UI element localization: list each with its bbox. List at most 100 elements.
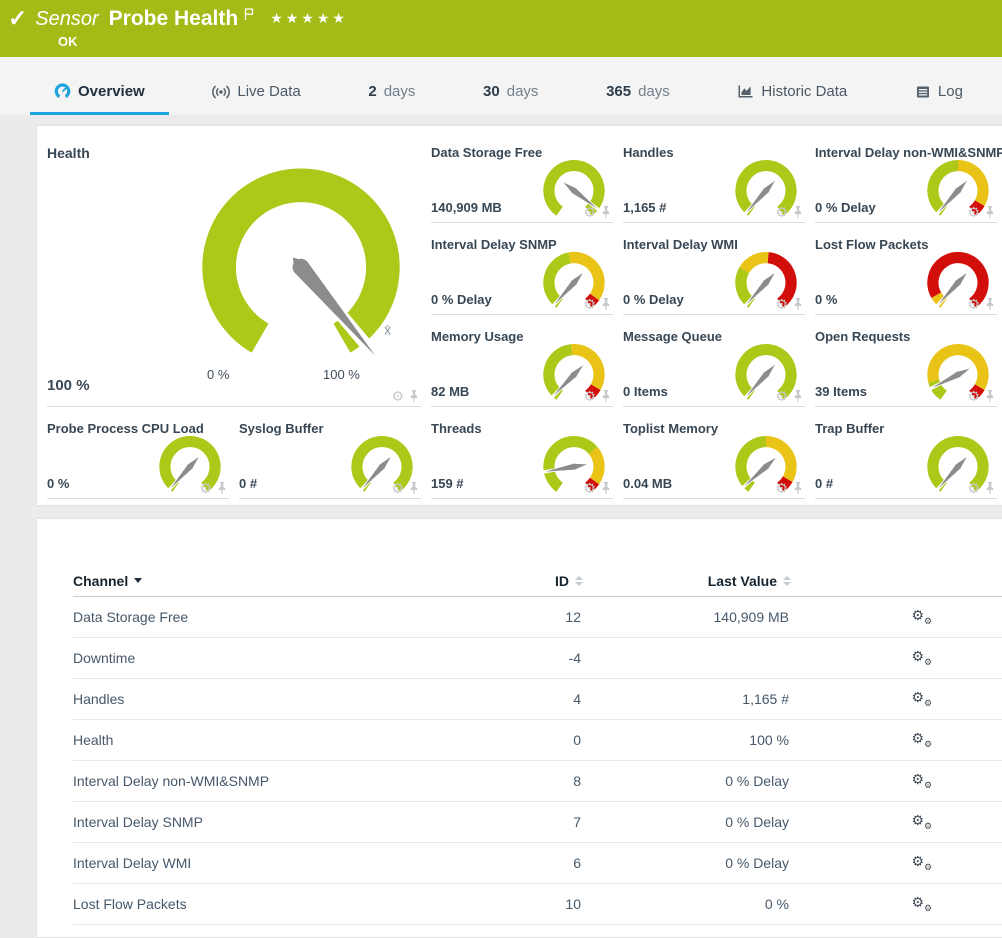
gauge-title: Handles	[623, 145, 674, 160]
channel-last-value: 100 %	[583, 732, 791, 748]
gear-icon[interactable]: ⚙	[583, 481, 596, 495]
pin-icon[interactable]	[793, 390, 803, 402]
gauge-title: Open Requests	[815, 329, 910, 344]
channel-table-panel: Channel ID Last Value Data Storage Free …	[36, 518, 1002, 938]
gauge-value: 0 %	[815, 292, 837, 307]
tab-live-data[interactable]: Live Data	[188, 71, 324, 115]
channel-row[interactable]: Lost Flow Packets 10 0 % ⚙⚙	[73, 884, 1002, 925]
pin-icon[interactable]	[793, 206, 803, 218]
gauge-title: Interval Delay WMI	[623, 237, 738, 252]
column-header-last-value[interactable]: Last Value	[583, 573, 791, 589]
priority-stars[interactable]: ★★★★★	[270, 10, 348, 27]
status-badge: OK	[58, 34, 78, 49]
channel-id: 7	[463, 814, 583, 830]
gauge-cell: Interval Delay non-WMI&SNMP 0 % Delay ⚙	[815, 144, 997, 223]
gear-icon[interactable]: ⚙	[775, 205, 788, 219]
channel-id: 8	[463, 773, 583, 789]
channel-row[interactable]: Interval Delay WMI 6 0 % Delay ⚙⚙	[73, 843, 1002, 884]
pin-icon[interactable]	[601, 298, 611, 310]
gear-icon[interactable]: ⚙	[967, 297, 980, 311]
tab-30-days[interactable]: 30 days	[459, 71, 562, 115]
gauge-title: Message Queue	[623, 329, 722, 344]
gauge-cell: Threads 159 # ⚙	[431, 420, 613, 499]
sort-toggle-icon	[783, 576, 791, 586]
channel-row[interactable]: Downtime -4 ⚙⚙	[73, 638, 1002, 679]
gauge-value: 0 % Delay	[623, 292, 684, 307]
pin-icon[interactable]	[985, 206, 995, 218]
gear-icon[interactable]: ⚙	[583, 389, 596, 403]
gauge-cell: Open Requests 39 Items ⚙	[815, 328, 997, 407]
channel-last-value: 0 % Delay	[583, 814, 791, 830]
pin-icon[interactable]	[601, 206, 611, 218]
gauge-cell: Lost Flow Packets 0 % ⚙	[815, 236, 997, 315]
gauge-cell: Toplist Memory 0.04 MB ⚙	[623, 420, 805, 499]
gauge-title: Memory Usage	[431, 329, 523, 344]
gauge-value: 0 #	[239, 476, 257, 491]
pin-icon[interactable]	[793, 482, 803, 494]
pin-icon[interactable]	[985, 482, 995, 494]
gear-icon[interactable]: ⚙	[775, 297, 788, 311]
svg-text:x̄: x̄	[384, 323, 391, 338]
gauge-title: Interval Delay non-WMI&SNMP	[815, 145, 1002, 160]
pin-icon[interactable]	[409, 482, 419, 494]
pin-icon[interactable]	[601, 390, 611, 402]
pin-icon[interactable]	[985, 298, 995, 310]
gear-icon[interactable]: ⚙	[775, 481, 788, 495]
gear-icon[interactable]: ⚙	[583, 205, 596, 219]
channel-id: 0	[463, 732, 583, 748]
gauge-title: Toplist Memory	[623, 421, 718, 436]
gear-icon[interactable]: ⚙	[775, 389, 788, 403]
tab-strip: Overview Live Data 2 days 30 days 365 da…	[0, 57, 1002, 115]
gauge-value: 0 % Delay	[815, 200, 876, 215]
pin-icon[interactable]	[601, 482, 611, 494]
gauge-value: 0 #	[815, 476, 833, 491]
gauge-value: 0.04 MB	[623, 476, 672, 491]
page-title: Probe Health	[109, 5, 239, 33]
column-header-id[interactable]: ID	[463, 573, 583, 589]
channel-row[interactable]: Handles 4 1,165 # ⚙⚙	[73, 679, 1002, 720]
tab-log[interactable]: Log	[891, 71, 987, 115]
tab-historic-data[interactable]: Historic Data	[713, 71, 871, 115]
sort-toggle-icon	[575, 576, 583, 586]
gauges-panel: Health x̄ 0 % 100 % 100 % ⚙ Data Storage…	[36, 125, 1002, 506]
gauge-cell: Interval Delay WMI 0 % Delay ⚙	[623, 236, 805, 315]
gear-icon[interactable]: ⚙	[967, 205, 980, 219]
gear-icon[interactable]: ⚙	[967, 389, 980, 403]
channel-id: 4	[463, 691, 583, 707]
gauge-scale-max: 100 %	[323, 367, 360, 382]
gear-icon[interactable]: ⚙	[391, 389, 404, 403]
sensor-header: ✓ Sensor Probe Health ★★★★★ OK	[0, 0, 1002, 57]
status-check-icon: ✓	[8, 5, 27, 31]
gear-icon[interactable]: ⚙	[583, 297, 596, 311]
channel-row[interactable]: Interval Delay SNMP 7 0 % Delay ⚙⚙	[73, 802, 1002, 843]
gauge-cell: Interval Delay SNMP 0 % Delay ⚙	[431, 236, 613, 315]
gauge-cell: Memory Usage 82 MB ⚙	[431, 328, 613, 407]
column-header-channel[interactable]: Channel	[73, 573, 463, 589]
gauge-cell: Syslog Buffer 0 # ⚙	[239, 420, 421, 499]
flag-icon[interactable]	[243, 8, 254, 26]
pin-icon[interactable]	[793, 298, 803, 310]
pin-icon[interactable]	[409, 390, 419, 402]
pin-icon[interactable]	[217, 482, 227, 494]
pin-icon[interactable]	[985, 390, 995, 402]
sort-desc-icon	[134, 578, 142, 583]
gauge-title: Interval Delay SNMP	[431, 237, 557, 252]
object-type-label: Sensor	[35, 5, 98, 33]
gear-icon[interactable]: ⚙	[967, 481, 980, 495]
channel-row[interactable]: Data Storage Free 12 140,909 MB ⚙⚙	[73, 597, 1002, 638]
channel-last-value: 0 % Delay	[583, 773, 791, 789]
channel-row[interactable]: Health 0 100 % ⚙⚙	[73, 720, 1002, 761]
gauge-title: Syslog Buffer	[239, 421, 324, 436]
channel-row[interactable]: Interval Delay non-WMI&SNMP 8 0 % Delay …	[73, 761, 1002, 802]
tab-365-days[interactable]: 365 days	[582, 71, 694, 115]
broadcast-icon	[212, 83, 230, 101]
gear-icon[interactable]: ⚙	[199, 481, 212, 495]
channel-last-value: 0 % Delay	[583, 855, 791, 871]
channel-name: Downtime	[73, 650, 463, 666]
channel-id: 12	[463, 609, 583, 625]
tab-overview[interactable]: Overview	[30, 71, 169, 115]
channel-table: Channel ID Last Value Data Storage Free …	[73, 565, 1002, 925]
gear-icon[interactable]: ⚙	[391, 481, 404, 495]
tab-2-days[interactable]: 2 days	[344, 71, 439, 115]
channel-id: 10	[463, 896, 583, 912]
